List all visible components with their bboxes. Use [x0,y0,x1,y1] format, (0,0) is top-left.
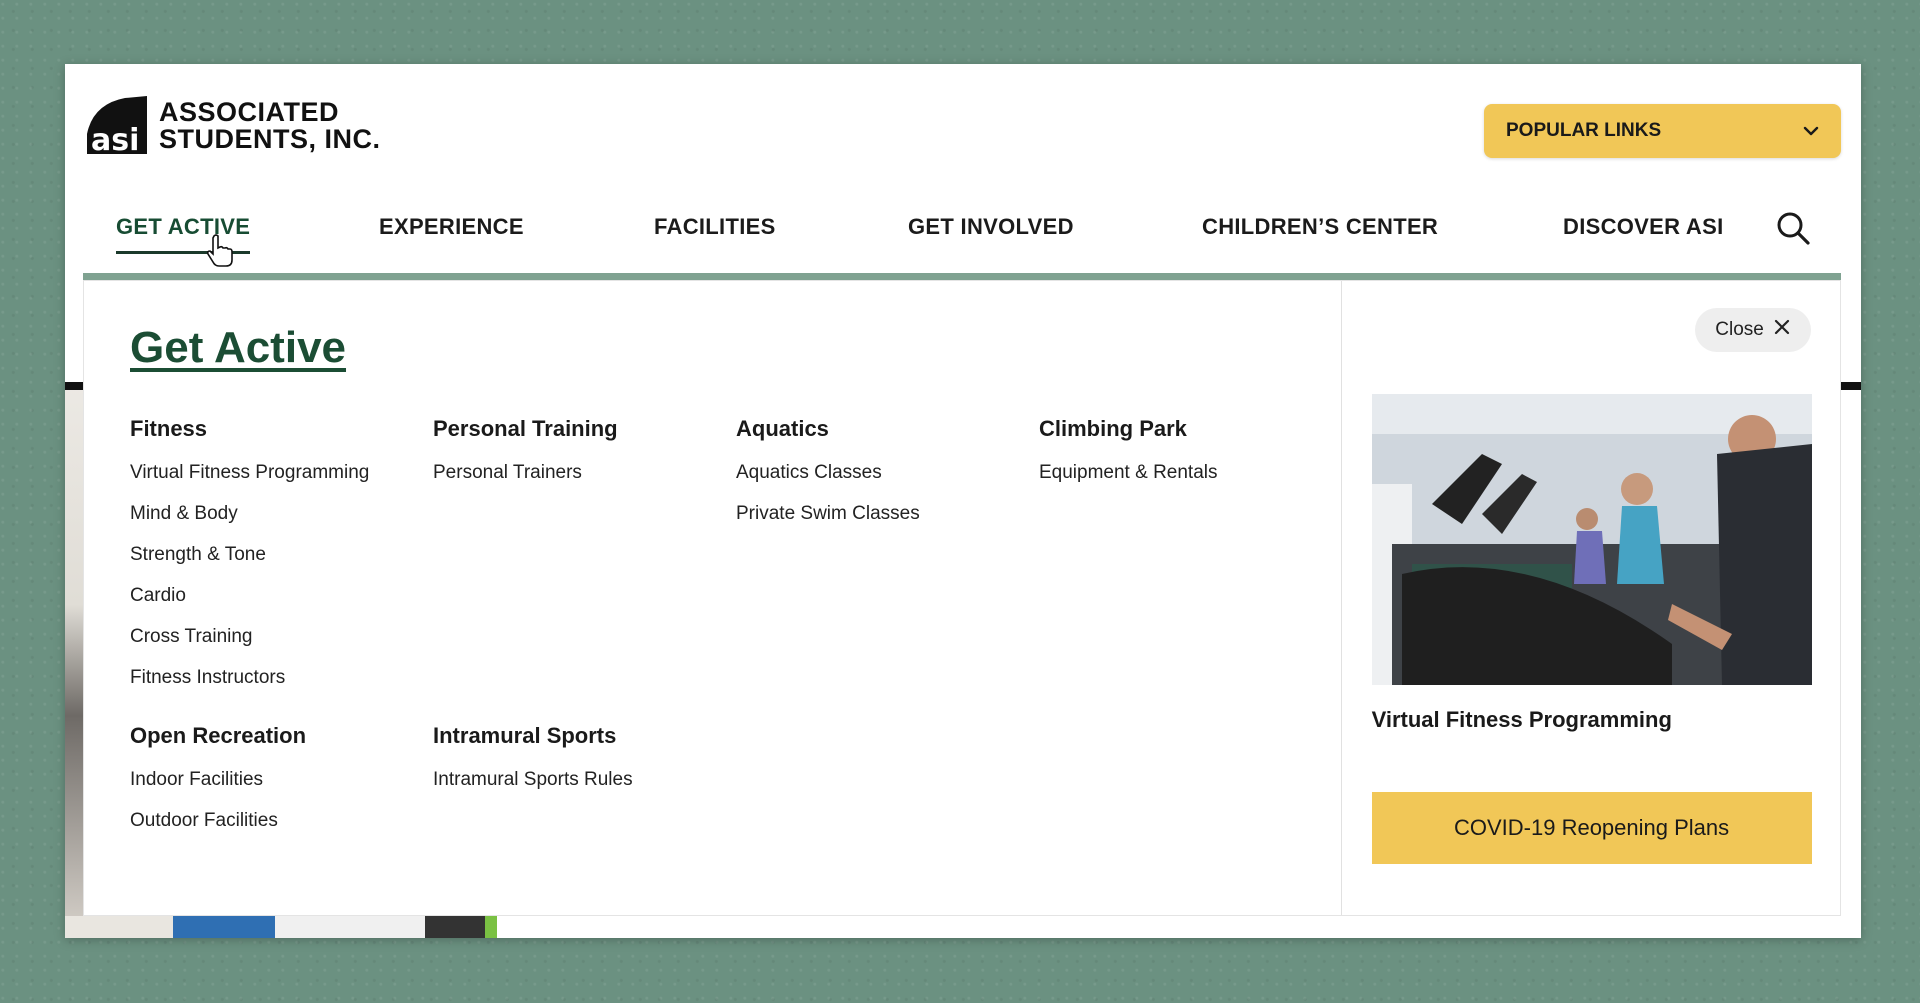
mega-menu-title-link[interactable]: Get Active [130,323,346,373]
background-bar-left [65,382,83,390]
menu-link-mind-body[interactable]: Mind & Body [130,501,420,527]
logo-name-line2: STUDENTS, INC. [159,124,381,154]
close-label: Close [1715,319,1764,340]
menu-column-climbing-park: Climbing Park Equipment & Rentals [1039,416,1329,501]
menu-link-outdoor-facilities[interactable]: Outdoor Facilities [130,808,420,834]
mega-menu-panel: Get Active Fitness Virtual Fitness Progr… [83,280,1841,916]
logo-name-line1: ASSOCIATED [159,97,340,127]
menu-column-intramural-sports: Intramural Sports Intramural Sports Rule… [433,723,723,808]
close-icon [1774,319,1790,341]
menu-link-cardio[interactable]: Cardio [130,583,420,609]
nav-item-get-involved[interactable]: GET INVOLVED [908,214,1074,240]
main-nav: GET ACTIVE EXPERIENCE FACILITIES GET INV… [65,214,1861,264]
nav-item-childrens-center[interactable]: CHILDREN’S CENTER [1202,214,1438,240]
popular-links-label: POPULAR LINKS [1506,120,1662,141]
background-hero-left [65,382,83,938]
menu-link-strength-tone[interactable]: Strength & Tone [130,542,420,568]
popular-links-dropdown[interactable]: POPULAR LINKS [1484,104,1841,158]
menu-heading-aquatics[interactable]: Aquatics [736,416,1026,442]
svg-text:asi: asi [91,123,139,158]
menu-link-virtual-fitness[interactable]: Virtual Fitness Programming [130,460,420,486]
menu-link-equipment-rentals[interactable]: Equipment & Rentals [1039,460,1329,486]
background-bar-right [1841,382,1861,390]
asi-logo-text: ASSOCIATED STUDENTS, INC. [159,99,381,153]
nav-item-experience[interactable]: EXPERIENCE [379,214,524,240]
mega-menu-main: Get Active Fitness Virtual Fitness Progr… [84,281,1341,915]
chevron-down-icon [1803,120,1819,142]
menu-column-fitness: Fitness Virtual Fitness Programming Mind… [130,416,420,706]
covid-reopening-button[interactable]: COVID-19 Reopening Plans [1371,792,1812,864]
nav-item-facilities[interactable]: FACILITIES [654,214,776,240]
menu-heading-open-recreation[interactable]: Open Recreation [130,723,420,749]
asi-logo[interactable]: asi ASSOCIATED STUDENTS, INC. [85,94,381,158]
mega-menu-feature: Close Virtual Fitness Programming COVID-… [1340,281,1840,915]
menu-column-aquatics: Aquatics Aquatics Classes Private Swim C… [736,416,1026,542]
menu-heading-climbing-park[interactable]: Climbing Park [1039,416,1329,442]
close-button[interactable]: Close [1694,308,1811,352]
feature-caption-link[interactable]: Virtual Fitness Programming [1372,707,1672,733]
menu-link-indoor-facilities[interactable]: Indoor Facilities [130,767,420,793]
menu-link-private-swim-classes[interactable]: Private Swim Classes [736,501,1026,527]
background-hero-bottom [65,916,665,938]
menu-link-intramural-sports-rules[interactable]: Intramural Sports Rules [433,767,723,793]
nav-item-discover-asi[interactable]: DISCOVER ASI [1563,214,1723,240]
menu-heading-intramural-sports[interactable]: Intramural Sports [433,723,723,749]
search-icon[interactable] [1775,210,1811,246]
nav-accent-rule [83,273,1841,280]
feature-image-treadmill-runners[interactable] [1371,394,1812,685]
menu-heading-fitness[interactable]: Fitness [130,416,420,442]
asi-logo-mark: asi [85,94,149,158]
menu-link-aquatics-classes[interactable]: Aquatics Classes [736,460,1026,486]
menu-heading-personal-training[interactable]: Personal Training [433,416,723,442]
menu-link-personal-trainers[interactable]: Personal Trainers [433,460,723,486]
menu-column-open-recreation: Open Recreation Indoor Facilities Outdoo… [130,723,420,849]
menu-column-personal-training: Personal Training Personal Trainers [433,416,723,501]
hand-cursor-icon [205,234,235,268]
menu-link-cross-training[interactable]: Cross Training [130,624,420,650]
browser-window: asi ASSOCIATED STUDENTS, INC. POPULAR LI… [65,64,1861,938]
menu-link-fitness-instructors[interactable]: Fitness Instructors [130,665,420,691]
